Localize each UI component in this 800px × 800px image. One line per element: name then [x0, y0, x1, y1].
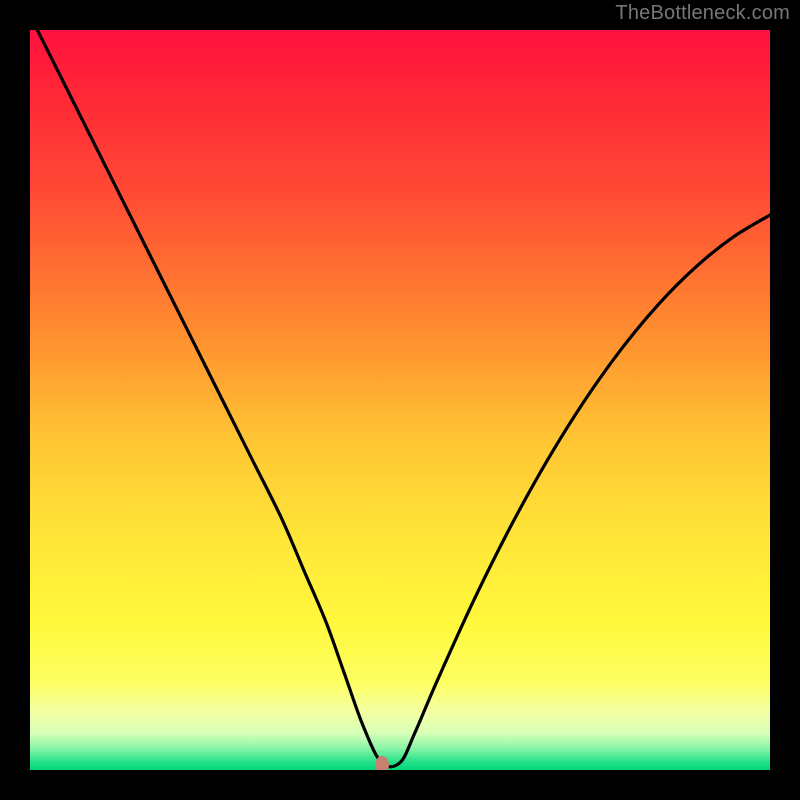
- minimum-marker-icon: [375, 756, 389, 770]
- watermark-text: TheBottleneck.com: [615, 2, 790, 25]
- chart-frame: TheBottleneck.com: [0, 0, 800, 800]
- bottleneck-curve: [30, 30, 770, 770]
- plot-area: [30, 30, 770, 770]
